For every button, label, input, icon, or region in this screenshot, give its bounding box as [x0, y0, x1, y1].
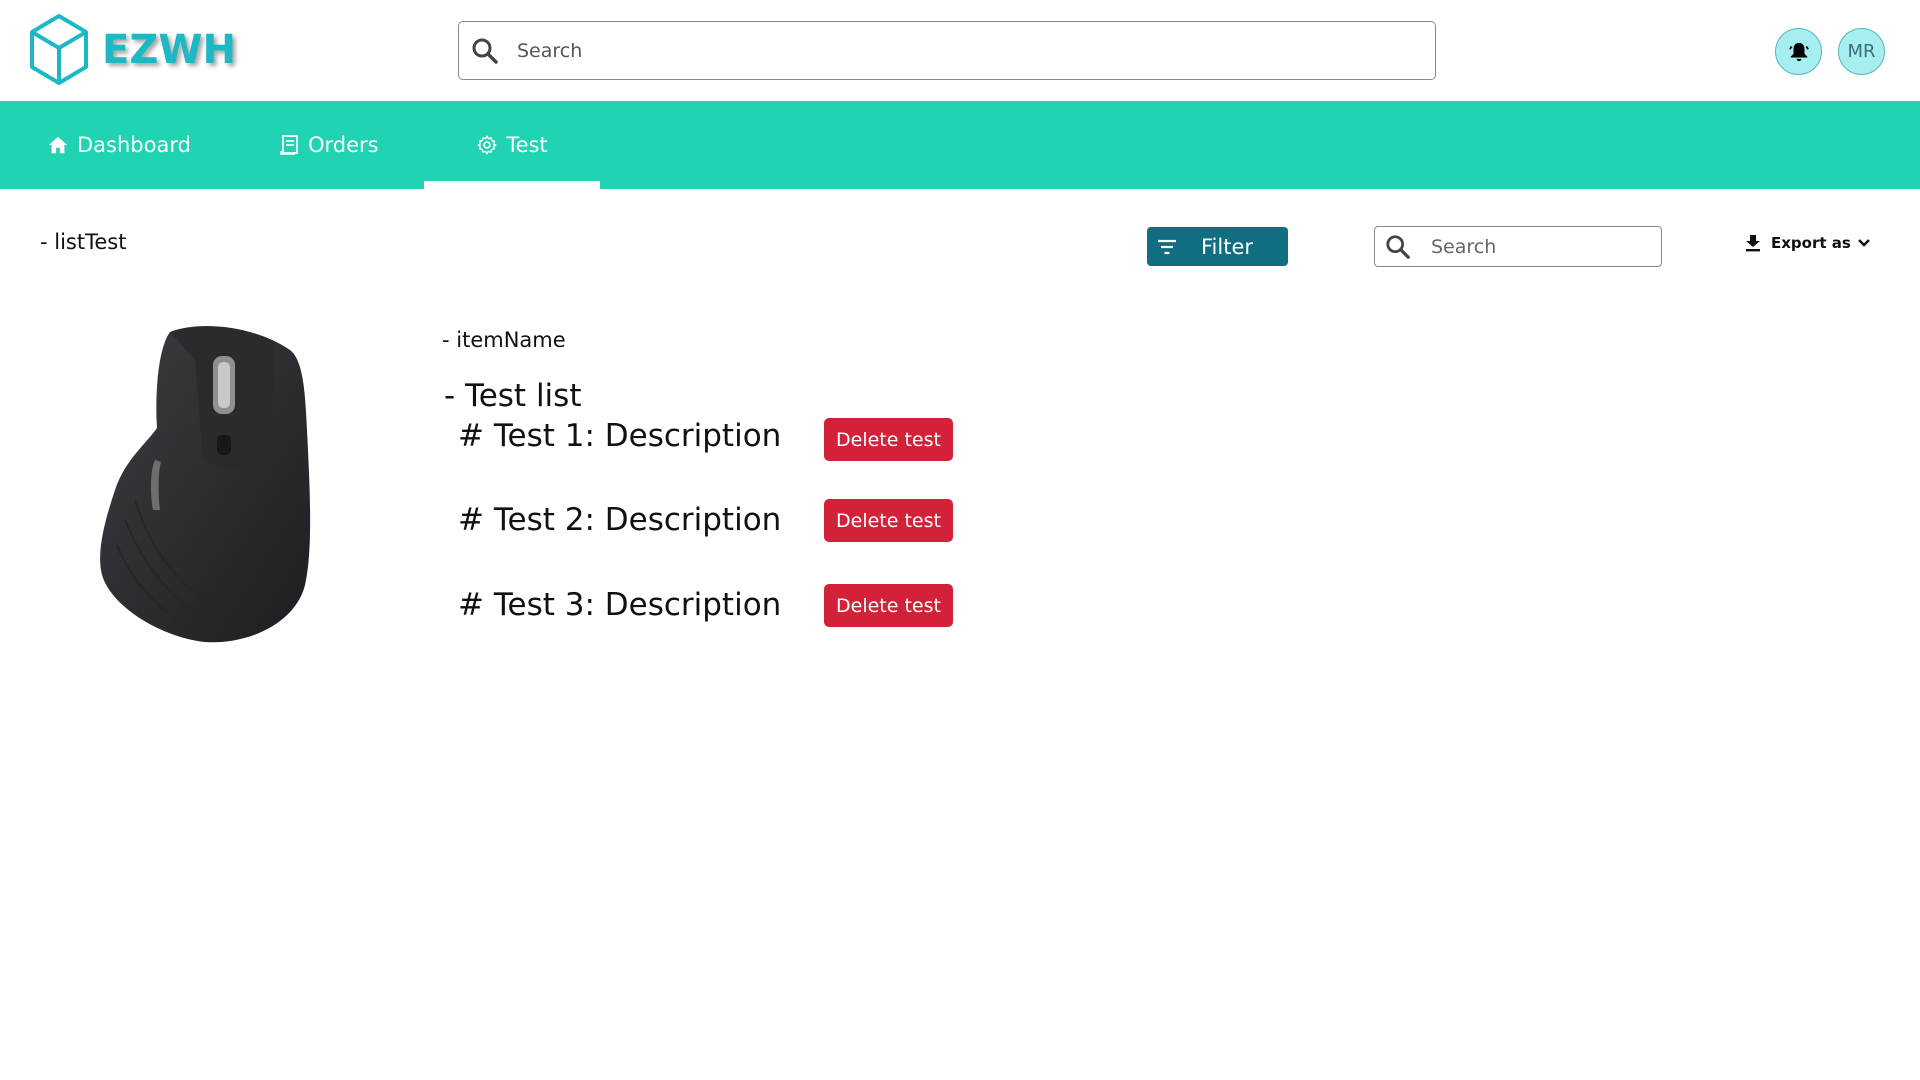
nav-item-dashboard[interactable]: Dashboard	[47, 101, 191, 189]
home-icon	[48, 136, 68, 154]
search-icon	[1386, 234, 1410, 259]
chevron-down-icon	[1857, 239, 1870, 247]
nav-label-orders: Orders	[308, 133, 379, 157]
list-title: - listTest	[40, 230, 127, 254]
list-search-input[interactable]	[1429, 234, 1649, 259]
filter-button[interactable]: Filter	[1147, 227, 1288, 266]
item-name: - itemName	[442, 328, 566, 352]
top-header: EZWH MR	[0, 0, 1920, 101]
test-list-title: - Test list	[444, 378, 582, 414]
filter-icon	[1158, 239, 1176, 254]
filter-label: Filter	[1201, 234, 1254, 259]
nav-item-orders[interactable]: Orders	[280, 101, 379, 189]
search-icon	[472, 38, 498, 64]
cube-logo-icon	[30, 14, 88, 85]
user-avatar[interactable]: MR	[1838, 28, 1885, 75]
app-logo[interactable]: EZWH	[28, 13, 236, 87]
gear-icon	[477, 135, 497, 155]
list-search-bar[interactable]	[1374, 226, 1662, 267]
bell-icon	[1788, 42, 1809, 61]
delete-test-button[interactable]: Delete test	[824, 499, 953, 542]
logo-text: EZWH	[102, 27, 236, 73]
global-search-bar[interactable]	[458, 21, 1436, 80]
delete-test-button[interactable]: Delete test	[824, 418, 953, 461]
nav-item-test[interactable]: Test	[424, 101, 600, 189]
main-nav: Dashboard Orders Test	[0, 101, 1920, 189]
nav-label-test: Test	[506, 133, 548, 157]
export-label: Export as	[1771, 234, 1851, 252]
notifications-button[interactable]	[1775, 28, 1822, 75]
avatar-initials: MR	[1847, 41, 1876, 62]
export-dropdown[interactable]: Export as	[1745, 234, 1871, 252]
download-icon	[1746, 235, 1760, 252]
delete-test-button[interactable]: Delete test	[824, 584, 953, 627]
product-mouse-image	[100, 326, 311, 643]
receipt-icon	[280, 135, 298, 155]
global-search-input[interactable]	[515, 38, 1395, 63]
test-item-label: # Test 1: Description	[458, 418, 782, 454]
test-item-label: # Test 3: Description	[458, 587, 782, 623]
nav-label-dashboard: Dashboard	[77, 133, 191, 157]
test-item-label: # Test 2: Description	[458, 502, 782, 538]
